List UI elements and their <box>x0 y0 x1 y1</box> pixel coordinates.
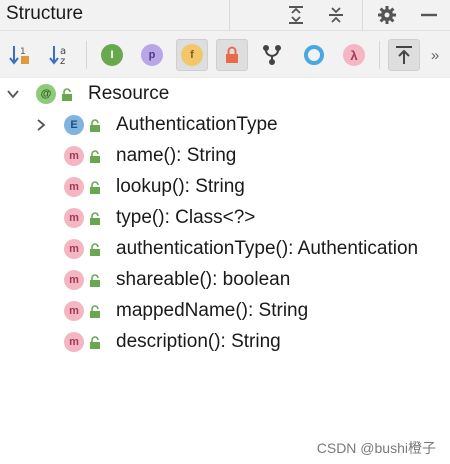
tree-row-label: AuthenticationType <box>116 114 278 135</box>
method-icon: m <box>64 146 84 166</box>
field-icon: f <box>181 44 203 66</box>
tree-row-method[interactable]: m shareable(): boolean <box>0 264 450 295</box>
public-lock-icon <box>90 243 100 256</box>
show-inherited-button[interactable]: I <box>96 39 128 71</box>
settings-button[interactable] <box>374 2 400 28</box>
show-lambdas-button[interactable] <box>256 39 288 71</box>
header-divider <box>362 0 363 31</box>
method-icon: m <box>64 270 84 290</box>
svg-text:1: 1 <box>20 47 26 57</box>
show-properties-button[interactable]: p <box>136 39 168 71</box>
tree-row-label: authenticationType(): Authentication <box>116 238 419 259</box>
tree-row-method[interactable]: m description(): String <box>0 326 450 357</box>
public-lock-icon <box>62 88 72 101</box>
tree-row-method[interactable]: m authenticationType(): Authentication <box>0 233 450 264</box>
collapse-all-icon <box>329 7 343 23</box>
chevron-right-icon[interactable] <box>34 118 48 132</box>
autoscroll-from-source-button[interactable] <box>388 39 420 71</box>
method-icon: m <box>64 208 84 228</box>
tree-row-label: lookup(): String <box>116 176 245 197</box>
method-icon: m <box>64 332 84 352</box>
watermark: CSDN @bushi橙子 <box>316 440 436 456</box>
public-lock-icon <box>90 181 100 194</box>
svg-text:z: z <box>60 56 65 67</box>
public-lock-icon <box>90 336 100 349</box>
public-lock-icon <box>90 119 100 132</box>
tree-row-method[interactable]: m mappedName(): String <box>0 295 450 326</box>
public-lock-icon <box>90 212 100 225</box>
merge-icon <box>263 45 281 65</box>
tree-row-label: name(): String <box>116 145 237 166</box>
show-lambda-button[interactable]: λ <box>338 39 370 71</box>
tree-row-root[interactable]: @ Resource <box>0 78 450 109</box>
chevron-down-icon[interactable] <box>6 87 20 101</box>
expand-all-button[interactable] <box>283 2 309 28</box>
lock-icon <box>226 46 238 63</box>
sort-alpha-icon: a z <box>49 46 66 67</box>
hide-button[interactable] <box>416 2 442 28</box>
sort-alphabetically-button[interactable]: a z <box>44 39 76 71</box>
annotation-icon: @ <box>36 84 56 104</box>
tree-row-label: type(): Class<?> <box>116 207 256 228</box>
method-icon: m <box>64 177 84 197</box>
public-lock-icon <box>90 274 100 287</box>
method-icon: m <box>64 239 84 259</box>
toolbar-divider <box>379 41 380 69</box>
show-non-public-button[interactable] <box>216 39 248 71</box>
public-lock-icon <box>90 150 100 163</box>
header-divider <box>229 0 230 31</box>
expand-all-icon <box>289 6 303 24</box>
public-lock-icon <box>90 305 100 318</box>
enum-icon: E <box>64 115 84 135</box>
method-icon: m <box>64 301 84 321</box>
autoscroll-icon <box>396 46 412 64</box>
lambda-icon: λ <box>343 44 365 66</box>
tree-row-enum[interactable]: E AuthenticationType <box>0 109 450 140</box>
more-button[interactable]: » <box>424 39 446 71</box>
tool-window-title: Structure <box>6 3 84 24</box>
tree-row-label: mappedName(): String <box>116 300 309 321</box>
property-icon: p <box>141 44 163 66</box>
collapse-all-button[interactable] <box>323 2 349 28</box>
tool-window-header: Structure <box>0 0 450 31</box>
inherited-icon: I <box>101 44 123 66</box>
gear-icon <box>378 6 396 24</box>
show-fields-button[interactable]: f <box>176 39 208 71</box>
tree-row-label: Resource <box>88 83 170 104</box>
sort-visibility-icon: 1 <box>9 46 29 65</box>
tree-row-method[interactable]: m type(): Class<?> <box>0 202 450 233</box>
minimize-icon <box>421 13 437 17</box>
ring-icon <box>304 45 324 65</box>
tree-row-label: shareable(): boolean <box>116 269 291 290</box>
sort-by-visibility-button[interactable]: 1 <box>4 39 36 71</box>
structure-toolbar: 1 a z I p f λ » <box>0 31 450 78</box>
show-anonymous-button[interactable] <box>298 39 330 71</box>
tree-row-label: description(): String <box>116 331 281 352</box>
tree-row-method[interactable]: m name(): String <box>0 140 450 171</box>
tree-row-method[interactable]: m lookup(): String <box>0 171 450 202</box>
toolbar-divider <box>86 41 87 69</box>
